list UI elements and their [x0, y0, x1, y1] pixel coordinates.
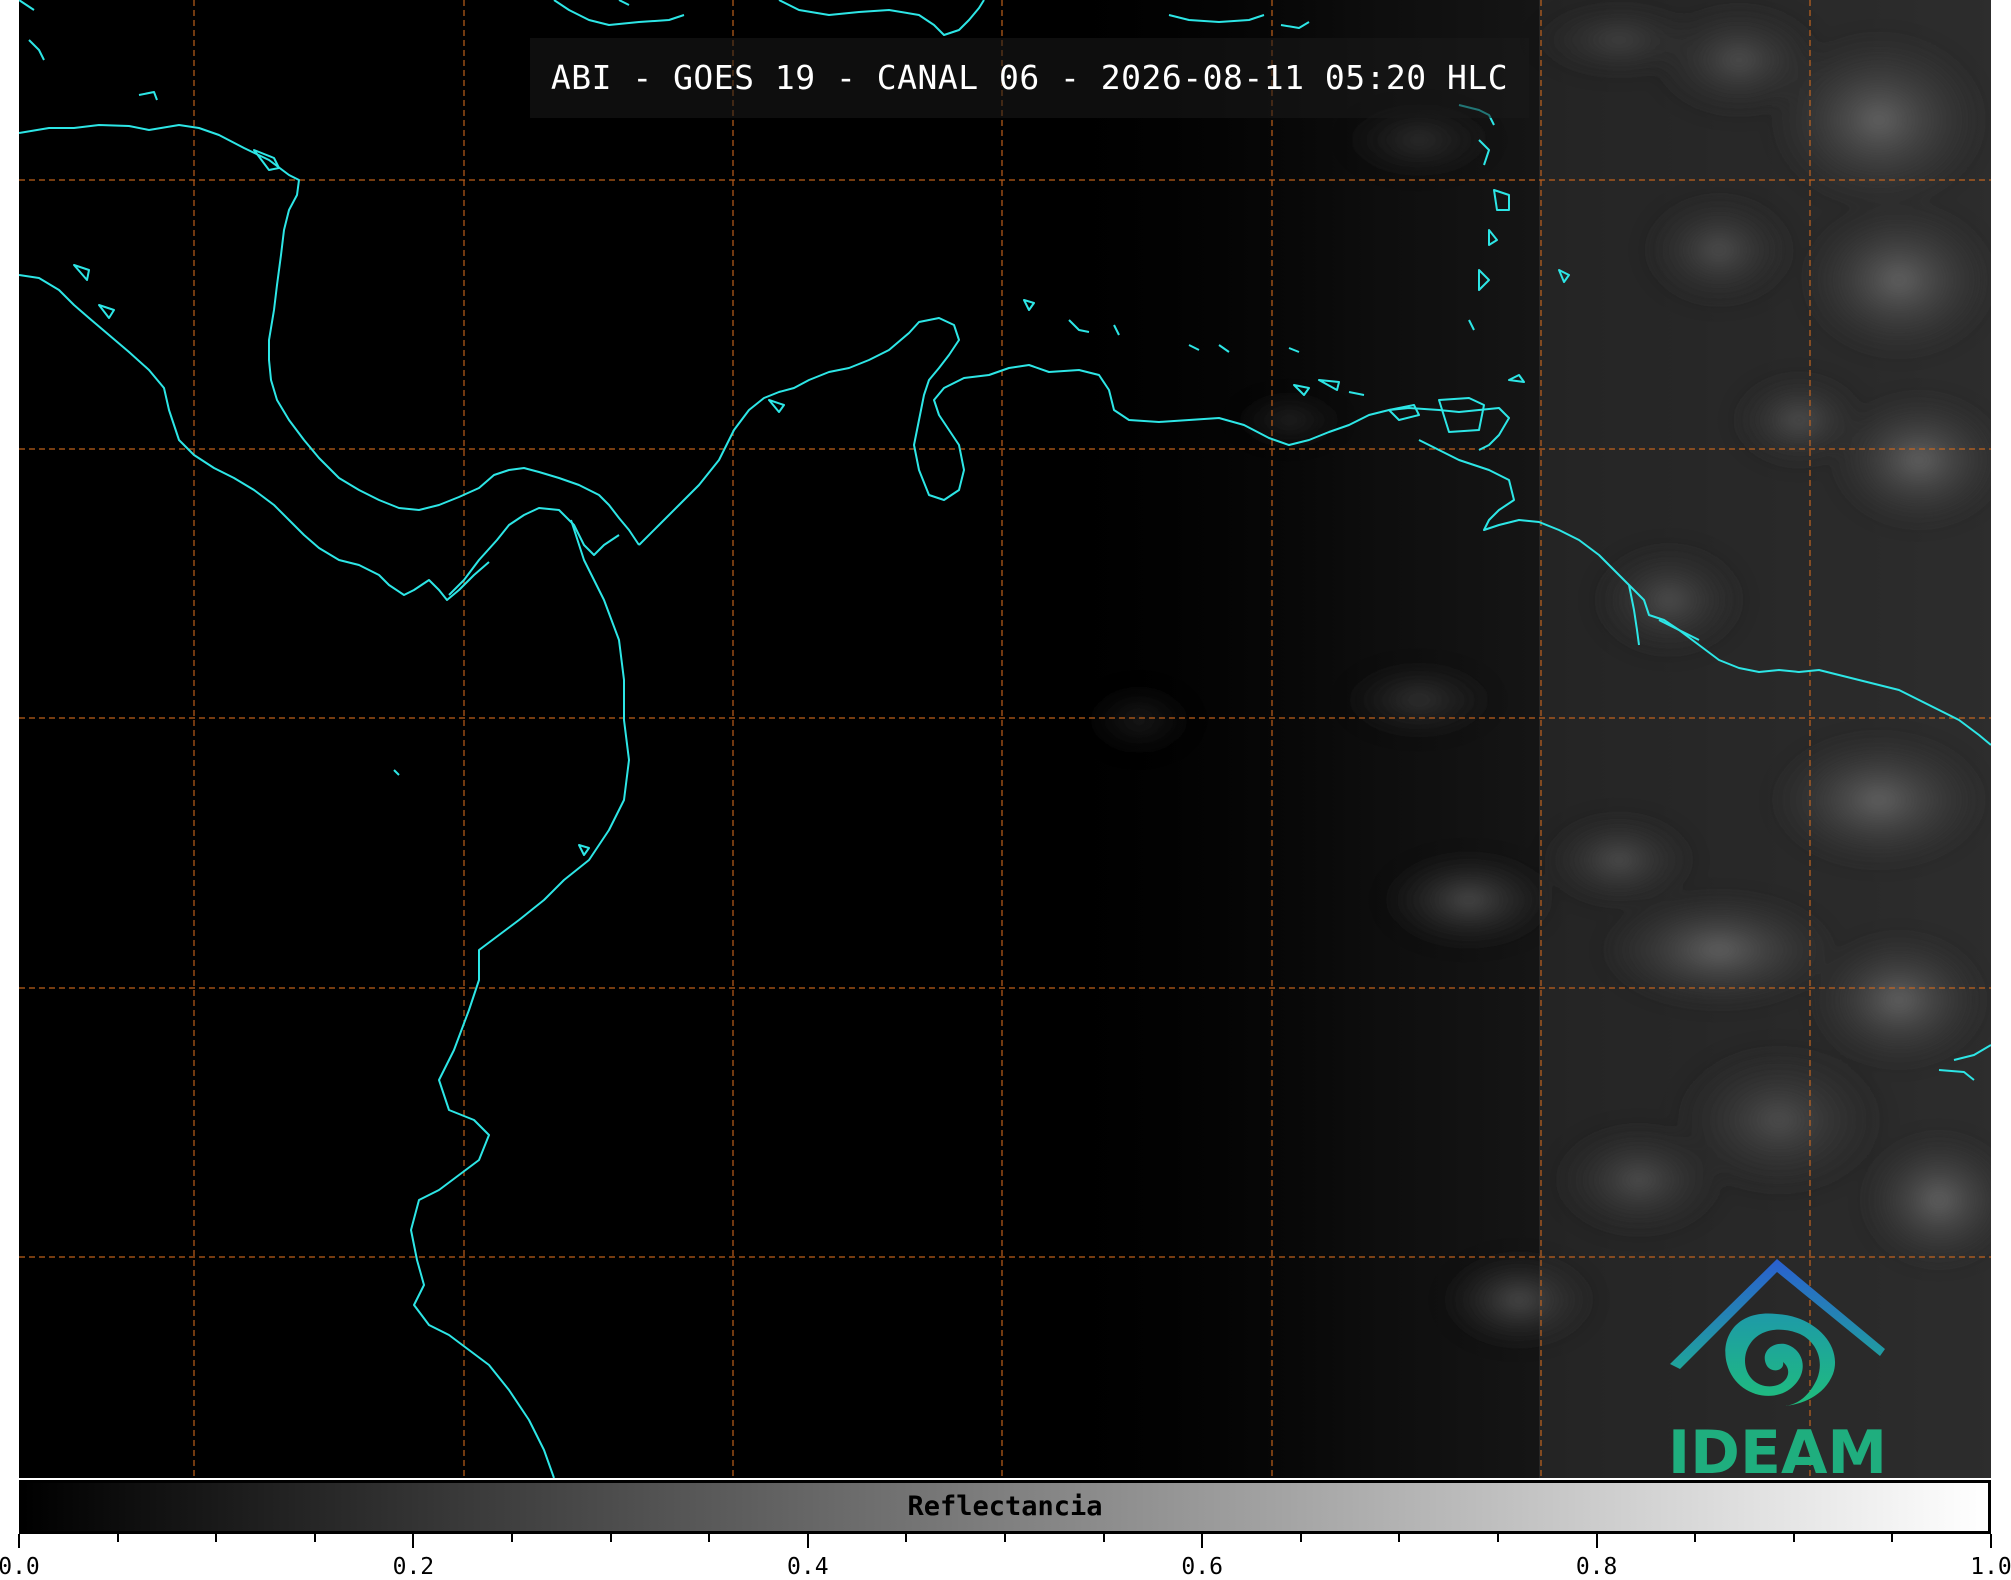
- coastline-colombia-pacific: [410, 519, 630, 1478]
- coastline-island: [98, 304, 115, 319]
- colorbar-major-tick: [412, 1534, 415, 1548]
- colorbar-minor-tick: [1299, 1534, 1302, 1542]
- colorbar-minor-tick: [116, 1534, 119, 1542]
- colorbar-minor-tick: [1891, 1534, 1894, 1542]
- colorbar-tick-label: 0.2: [392, 1554, 435, 1580]
- coastline-jamaica: [618, 0, 630, 6]
- colorbar-minor-tick: [313, 1534, 316, 1542]
- logo-swirl: [1725, 1313, 1836, 1406]
- colorbar-tick-label: 1.0: [1970, 1554, 2011, 1580]
- coastline-island: [768, 399, 785, 413]
- colorbar-minor-tick: [1398, 1534, 1401, 1542]
- colorbar-major-tick: [1201, 1534, 1204, 1548]
- coastline-island: [253, 149, 280, 171]
- colorbar-minor-tick: [905, 1534, 908, 1542]
- colorbar-major-tick: [1990, 1534, 1992, 1548]
- colorbar-tick-label: 0.6: [1181, 1554, 1223, 1580]
- colorbar-minor-tick: [215, 1534, 218, 1542]
- logo-text: IDEAM: [1667, 1418, 1888, 1488]
- page-title: ABI - GOES 19 - CANAL 06 - 2026-08-11 05…: [550, 58, 1509, 97]
- colorbar-major-tick: [1595, 1534, 1598, 1548]
- coastline-cuba: [553, 0, 685, 26]
- coastline-island: [578, 844, 590, 856]
- colorbar-minor-tick: [708, 1534, 711, 1542]
- coastline-island: [19, 0, 35, 11]
- colorbar-major-tick: [18, 1534, 20, 1548]
- colorbar-minor-tick: [1004, 1534, 1006, 1542]
- colorbar-minor-tick: [1497, 1534, 1499, 1542]
- coastline-island: [28, 39, 45, 61]
- colorbar-tick-label: 0.0: [0, 1554, 40, 1580]
- colorbar: Reflectancia: [19, 1480, 1991, 1534]
- coastline-island: [138, 91, 158, 101]
- colorbar-minor-tick: [1694, 1534, 1697, 1542]
- colorbar-tick-label: 0.4: [787, 1554, 829, 1580]
- coastline-central-america: [19, 124, 640, 546]
- coastline-island: [73, 264, 90, 281]
- coastline-island: [393, 769, 400, 776]
- colorbar-minor-tick: [609, 1534, 612, 1542]
- colorbar-label: Reflectancia: [907, 1491, 1103, 1522]
- colorbar-minor-tick: [1792, 1534, 1795, 1542]
- colorbar-tick-label: 0.8: [1575, 1554, 1618, 1580]
- coastline-hispaniola: [778, 0, 985, 36]
- coastline-panama: [448, 507, 620, 596]
- colorbar-major-tick: [806, 1534, 809, 1548]
- colorbar-minor-tick: [1102, 1534, 1105, 1542]
- colorbar-minor-tick: [511, 1534, 513, 1542]
- coastline-central-america-pacific: [19, 274, 490, 601]
